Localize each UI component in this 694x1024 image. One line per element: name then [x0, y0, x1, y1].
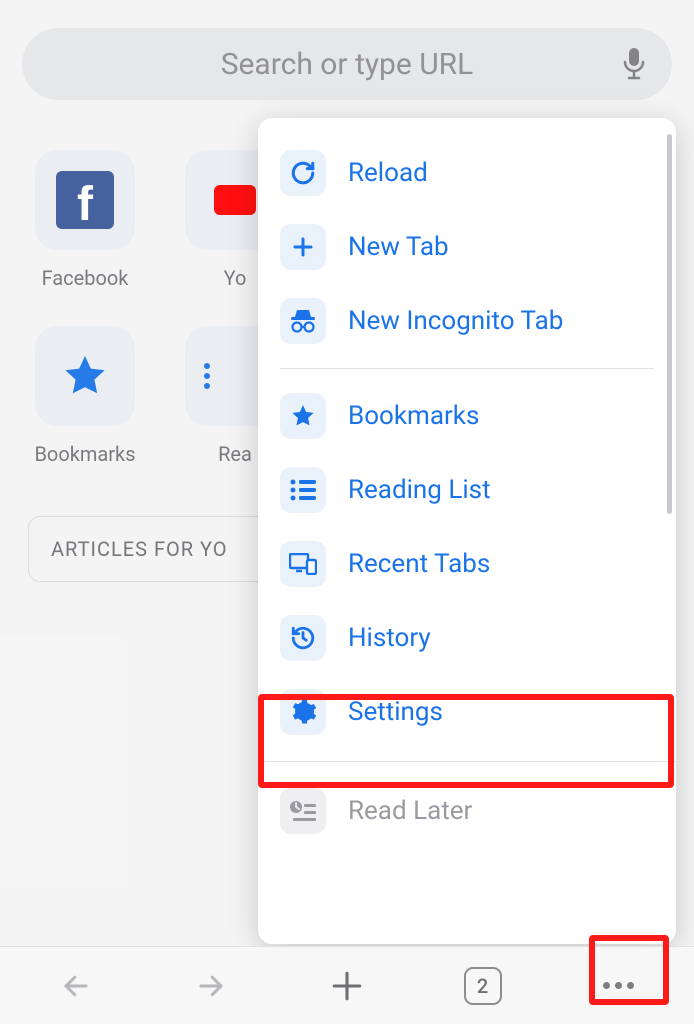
menu-item-reading-list[interactable]: Reading List	[258, 453, 676, 527]
plus-icon	[280, 224, 326, 270]
menu-label: Bookmarks	[348, 401, 479, 431]
devices-icon	[280, 541, 326, 587]
menu-label: Recent Tabs	[348, 549, 490, 579]
history-icon	[280, 615, 326, 661]
articles-heading: ARTICLES FOR YO	[51, 537, 228, 561]
star-icon	[280, 393, 326, 439]
gear-icon	[280, 689, 326, 735]
tabs-button[interactable]: 2	[452, 958, 514, 1014]
facebook-icon: f	[56, 171, 114, 229]
menu-label: New Incognito Tab	[348, 306, 563, 336]
shortcut-label: Bookmarks	[34, 442, 135, 466]
menu-divider	[258, 761, 676, 762]
menu-item-new-incognito[interactable]: New Incognito Tab	[258, 284, 676, 358]
menu-label: Read Later	[348, 796, 472, 826]
scrollbar[interactable]	[667, 134, 672, 514]
new-tab-button[interactable]	[316, 958, 378, 1014]
shortcut-label: Yo	[224, 266, 247, 290]
read-later-icon	[280, 788, 326, 834]
menu-item-reload[interactable]: Reload	[258, 136, 676, 210]
list-icon	[280, 467, 326, 513]
search-bar[interactable]: Search or type URL	[22, 28, 672, 100]
menu-item-new-tab[interactable]: New Tab	[258, 210, 676, 284]
more-icon	[603, 982, 634, 989]
reload-icon	[280, 150, 326, 196]
shortcut-facebook[interactable]: f Facebook	[30, 150, 140, 290]
shortcut-label: Rea	[218, 442, 252, 466]
bottom-toolbar: 2	[0, 946, 694, 1024]
menu-label: Reading List	[348, 475, 491, 505]
forward-button[interactable]	[180, 958, 242, 1014]
overflow-menu: Reload New Tab New Incognito Tab Bookmar…	[258, 118, 676, 944]
more-button[interactable]	[587, 958, 649, 1014]
shortcut-bookmarks[interactable]: Bookmarks	[30, 326, 140, 466]
menu-item-history[interactable]: History	[258, 601, 676, 675]
back-button[interactable]	[45, 958, 107, 1014]
menu-item-recent-tabs[interactable]: Recent Tabs	[258, 527, 676, 601]
microphone-icon[interactable]	[622, 47, 646, 81]
menu-label: Reload	[348, 158, 428, 188]
search-placeholder: Search or type URL	[221, 47, 474, 82]
menu-label: Settings	[348, 697, 443, 727]
menu-item-bookmarks[interactable]: Bookmarks	[258, 379, 676, 453]
menu-label: History	[348, 623, 431, 653]
incognito-icon	[280, 298, 326, 344]
menu-label: New Tab	[348, 232, 449, 262]
star-icon	[61, 352, 109, 400]
tab-count: 2	[477, 974, 488, 998]
shortcut-label: Facebook	[42, 266, 129, 290]
menu-item-settings[interactable]: Settings	[258, 675, 676, 749]
menu-divider	[280, 368, 654, 369]
menu-item-read-later[interactable]: Read Later	[258, 774, 676, 848]
